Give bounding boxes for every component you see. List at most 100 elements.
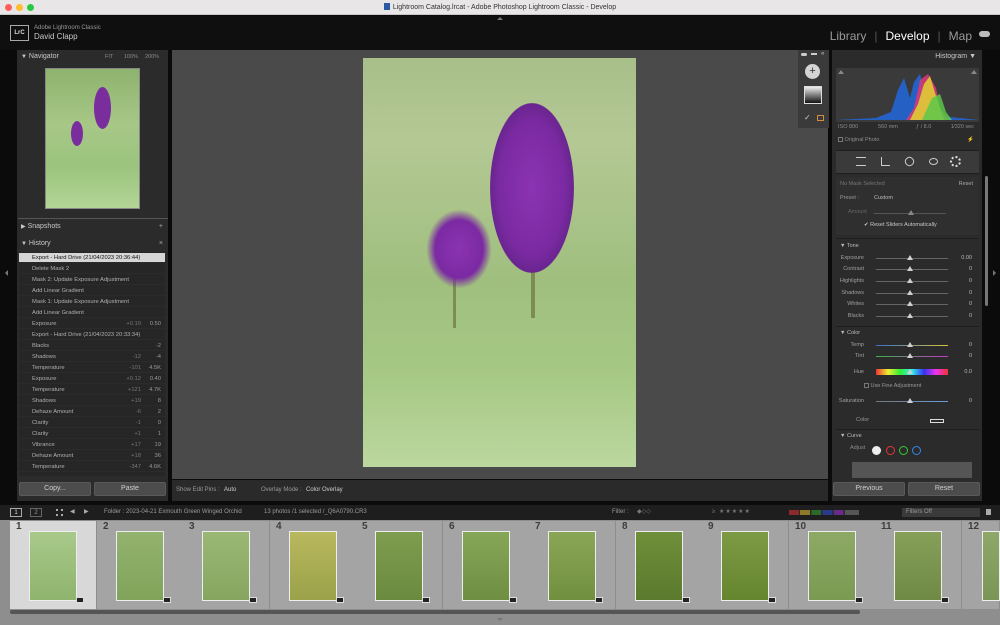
history-item[interactable]: Mask 2: Update Exposure Adjustment	[19, 275, 165, 285]
tone-header[interactable]: ▼ Tone	[840, 243, 859, 249]
zoom-fit[interactable]: FIT	[105, 51, 113, 63]
collapse-icon[interactable]	[811, 53, 817, 55]
filmstrip-thumb[interactable]: 5	[356, 521, 443, 609]
auto-reset-checkbox[interactable]: ✔	[864, 222, 869, 228]
filter-select[interactable]: Filters Off	[902, 508, 980, 517]
main-photo[interactable]	[363, 58, 636, 467]
module-map[interactable]: Map	[945, 29, 976, 43]
filmstrip-thumb[interactable]: 8	[616, 521, 703, 609]
slider-highlights[interactable]: Highlights 0	[834, 276, 976, 287]
previous-button[interactable]: Previous	[833, 482, 905, 496]
fine-adjust-checkbox[interactable]	[864, 383, 869, 388]
filmstrip-thumb[interactable]: 7	[529, 521, 616, 609]
curve-header[interactable]: ▼ Curve	[840, 433, 862, 439]
star-filter[interactable]: ≥ ★★★★★	[712, 505, 751, 520]
original-photo-row[interactable]: Original Photo ⚡	[838, 137, 978, 145]
right-panel-toggle-icon[interactable]	[993, 270, 996, 276]
filmstrip-scrollbar[interactable]	[10, 610, 860, 614]
history-item[interactable]: Temperature +121 4.7K	[19, 385, 165, 395]
masking-icon[interactable]	[950, 156, 961, 167]
add-mask-button[interactable]: +	[805, 64, 820, 79]
history-header[interactable]: ▼ History ×	[18, 238, 168, 250]
crop-icon[interactable]	[881, 157, 890, 166]
slider-contrast[interactable]: Contrast 0	[834, 264, 976, 275]
filmstrip-thumb[interactable]: 11	[875, 521, 962, 609]
history-item[interactable]: Shadows -12 -4	[19, 352, 165, 362]
edit-sliders-icon[interactable]	[856, 157, 866, 166]
amount-knob[interactable]	[908, 210, 914, 215]
history-item[interactable]: Mask 1: Update Exposure Adjustment	[19, 297, 165, 307]
navigator-preview[interactable]	[45, 68, 140, 209]
history-item[interactable]: Add Linear Gradient	[19, 308, 165, 318]
page2-button[interactable]: 2	[30, 508, 42, 517]
left-panel-toggle-icon[interactable]	[5, 270, 8, 276]
clear-history-icon[interactable]: ×	[159, 238, 163, 250]
history-item[interactable]: Add Linear Gradient	[19, 286, 165, 296]
navigator-header[interactable]: ▼ Navigator FIT 100% 200%	[18, 51, 168, 63]
history-item[interactable]: Exposure +0.12 0.40	[19, 374, 165, 384]
history-item[interactable]: Shadows +19 8	[19, 396, 165, 406]
auto-reset-row[interactable]: ✔ Reset Sliders Automatically	[864, 222, 937, 228]
photo-count[interactable]: 13 photos /1 selected /_Q6A0790.CR3	[264, 505, 367, 520]
history-item[interactable]: Delete Mask 2	[19, 264, 165, 274]
filmstrip-thumb[interactable]: 12	[962, 521, 1000, 609]
slider-saturation[interactable]: Saturation 0	[834, 396, 976, 407]
module-library[interactable]: Library	[826, 29, 871, 43]
lock-icon[interactable]	[986, 509, 991, 515]
close-icon[interactable]: «	[821, 51, 824, 57]
color-label-filter[interactable]	[789, 510, 859, 515]
curve-channel-blue[interactable]	[912, 446, 921, 455]
history-item[interactable]: Clarity -1 0	[19, 418, 165, 428]
add-snapshot-icon[interactable]: +	[159, 221, 163, 233]
eye-icon[interactable]	[801, 53, 807, 56]
filmstrip-thumb[interactable]: 9	[702, 521, 789, 609]
smart-preview-icon[interactable]: ⚡	[967, 137, 974, 143]
mask-thumbnail[interactable]	[804, 86, 822, 104]
collapse-top-icon[interactable]	[497, 17, 503, 20]
zoom-100[interactable]: 100%	[124, 51, 138, 63]
histogram-clip-left-icon[interactable]	[838, 70, 844, 74]
grid-icon[interactable]	[56, 509, 63, 516]
close-window-button[interactable]	[5, 4, 12, 11]
curve-graph[interactable]	[852, 462, 972, 478]
histogram-header[interactable]: Histogram ▼	[832, 51, 982, 63]
page1-button[interactable]: 1	[10, 508, 22, 517]
check-icon[interactable]: ✓	[804, 113, 811, 122]
folder-path[interactable]: Folder : 2023-04-21 Exmouth Green Winged…	[104, 505, 242, 520]
back-arrow-icon[interactable]: ◀	[70, 505, 75, 520]
collapse-bottom-icon[interactable]	[497, 618, 503, 621]
filmstrip-thumb[interactable]: 2	[97, 521, 184, 609]
history-item[interactable]: Dehaze Amount -6 2	[19, 407, 165, 417]
history-item[interactable]: Temperature -101 4.5K	[19, 363, 165, 373]
history-item[interactable]: Vibrance +17 19	[19, 440, 165, 450]
preset-select[interactable]: Custom	[874, 195, 893, 201]
history-item[interactable]: Export - Hard Drive (21/04/2023 20:36:44…	[19, 253, 165, 263]
slider-temp[interactable]: Temp 0	[834, 340, 976, 351]
right-scrollbar[interactable]	[985, 176, 988, 306]
zoom-200[interactable]: 200%	[145, 51, 159, 63]
slider-tint[interactable]: Tint 0	[834, 351, 976, 362]
paste-button[interactable]: Paste	[94, 482, 166, 496]
minimize-window-button[interactable]	[16, 4, 23, 11]
slider-shadows[interactable]: Shadows 0	[834, 288, 976, 299]
redeye-icon[interactable]	[929, 158, 938, 165]
slider-whites[interactable]: Whites 0	[834, 299, 976, 310]
fine-adjust-row[interactable]: Use Fine Adjustment	[864, 383, 921, 389]
curve-channel-red[interactable]	[886, 446, 895, 455]
heal-icon[interactable]	[903, 155, 916, 168]
mask-reset-button[interactable]: Reset	[959, 181, 973, 187]
filmstrip-thumb[interactable]: 1	[10, 521, 97, 609]
color-swatch-row[interactable]: Color	[856, 417, 869, 423]
edit-pins-select[interactable]: Auto	[224, 480, 236, 501]
history-item[interactable]: Temperature -347 4.6K	[19, 462, 165, 472]
reset-button[interactable]: Reset	[908, 482, 980, 496]
color-header[interactable]: ▼ Color	[840, 330, 860, 336]
filmstrip-thumb[interactable]: 4	[270, 521, 357, 609]
filmstrip-thumb[interactable]: 10	[789, 521, 876, 609]
history-item[interactable]: Clarity +1 1	[19, 429, 165, 439]
curve-channel-white[interactable]	[872, 446, 881, 455]
module-develop[interactable]: Develop	[882, 29, 934, 43]
original-photo-checkbox[interactable]	[838, 137, 843, 142]
snapshots-header[interactable]: ▶ Snapshots +	[18, 221, 168, 233]
history-item[interactable]: Export - Hard Drive (21/04/2023 20:33:34…	[19, 330, 165, 340]
